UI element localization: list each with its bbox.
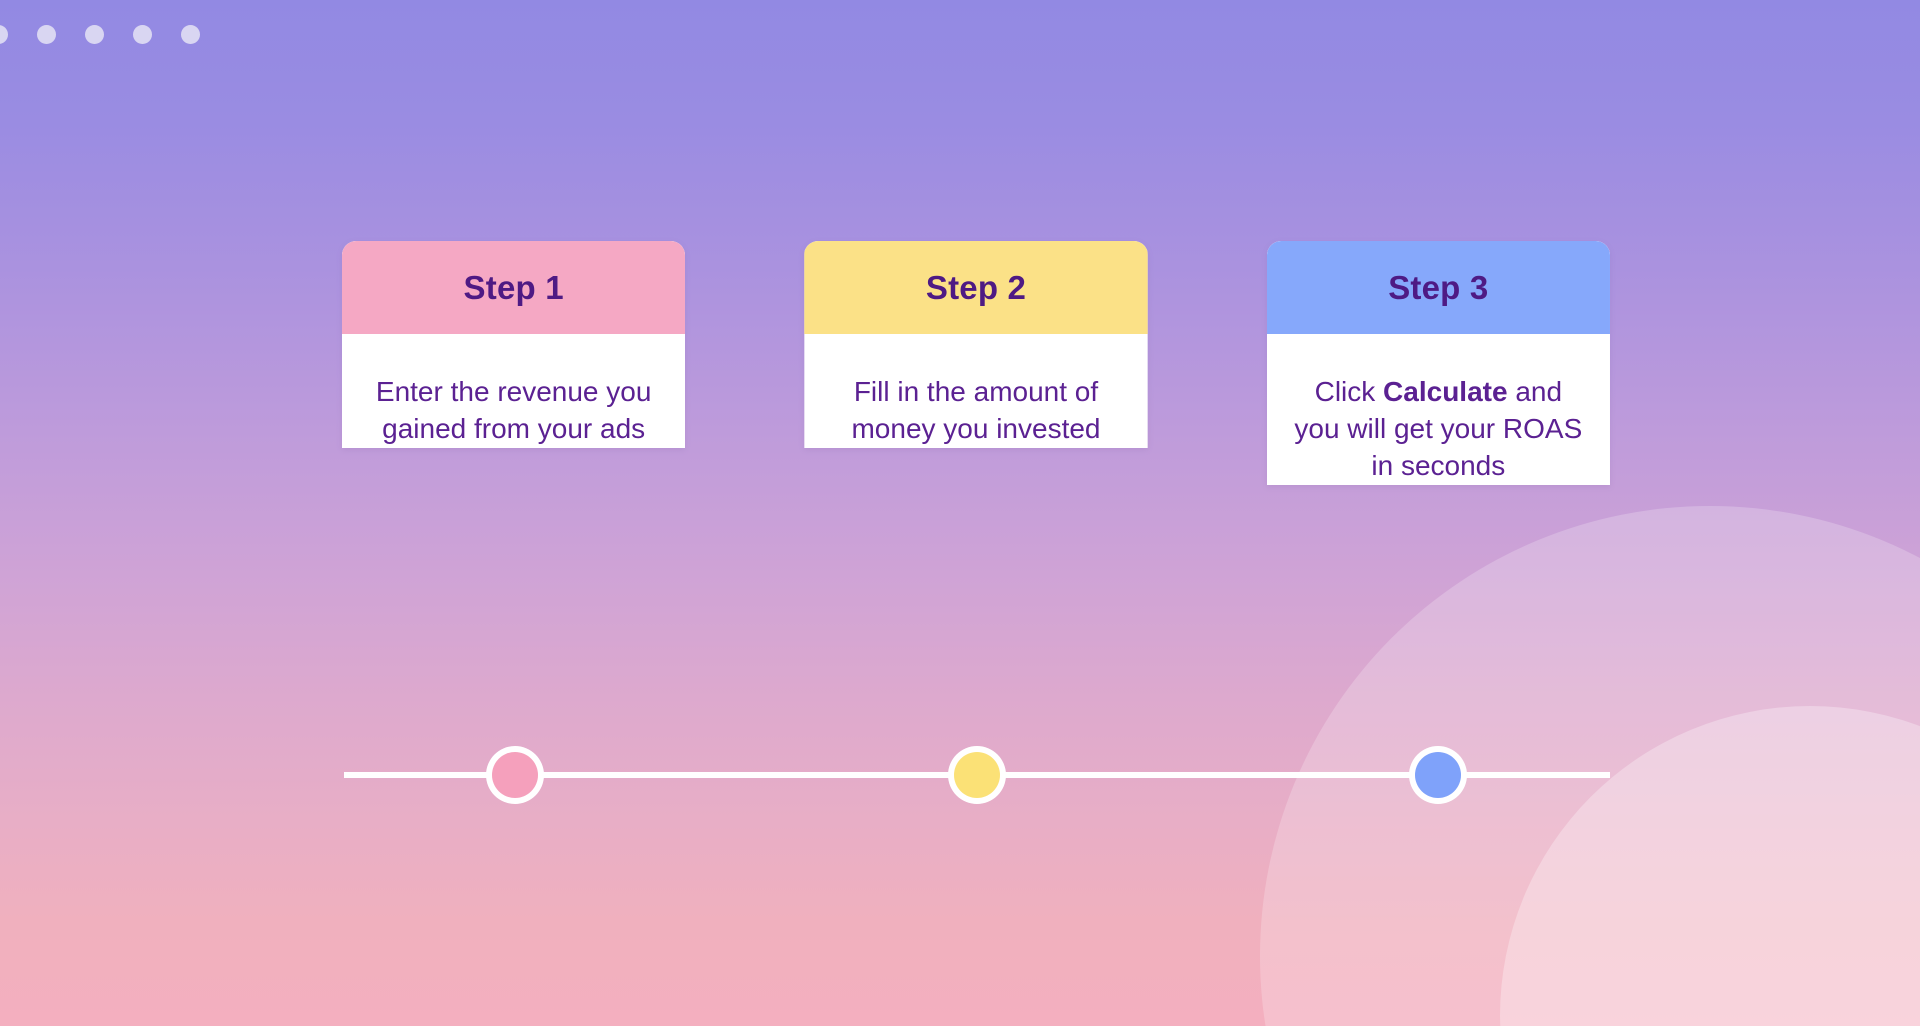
step-card-1: Step 1 Enter the revenue you gained from…: [342, 241, 686, 485]
timeline-node-step-3-core: [1415, 752, 1461, 798]
step-card-1-description: Enter the revenue you gained from your a…: [375, 376, 652, 444]
background-gradient: [0, 0, 1920, 1026]
step-card-2-body: Fill in the amount of money you invested: [804, 334, 1147, 448]
timeline-node-step-2-core: [954, 752, 1000, 798]
step-card-2-title: Step 2: [925, 268, 1027, 306]
step-card-3-title: Step 3: [1388, 268, 1489, 306]
step-card-3: Step 3 Click Calculate and you will get …: [1266, 241, 1610, 485]
step-card-1-shape: Step 1 Enter the revenue you gained from…: [342, 241, 686, 448]
step-card-2-description: Fill in the amount of money you invested: [851, 376, 1101, 444]
top-dot-5: [181, 25, 200, 44]
step-card-2-shape: Step 2 Fill in the amount of money you i…: [804, 241, 1148, 448]
step-card-2: Step 2 Fill in the amount of money you i…: [804, 241, 1148, 485]
step-card-2-header: Step 2: [804, 241, 1148, 334]
step-card-1-header: Step 1: [342, 241, 686, 334]
step-card-3-description: Click Calculate and you will get your RO…: [1294, 376, 1583, 481]
timeline-node-step-3[interactable]: [1409, 746, 1467, 804]
step-card-1-body: Enter the revenue you gained from your a…: [342, 334, 685, 448]
top-dot-2: [37, 25, 56, 44]
top-dot-1: [0, 25, 8, 44]
top-dot-3: [85, 25, 104, 44]
step-card-3-shape: Step 3 Click Calculate and you will get …: [1266, 241, 1610, 485]
steps-card-row: Step 1 Enter the revenue you gained from…: [342, 241, 1610, 485]
timeline-node-step-2[interactable]: [948, 746, 1006, 804]
timeline-node-step-1-core: [492, 752, 538, 798]
step-card-1-title: Step 1: [463, 268, 564, 306]
step-card-3-header: Step 3: [1266, 241, 1610, 334]
top-dot-row: [0, 25, 200, 44]
step-card-3-body: Click Calculate and you will get your RO…: [1267, 334, 1610, 485]
top-dot-4: [133, 25, 152, 44]
timeline-node-step-1[interactable]: [486, 746, 544, 804]
